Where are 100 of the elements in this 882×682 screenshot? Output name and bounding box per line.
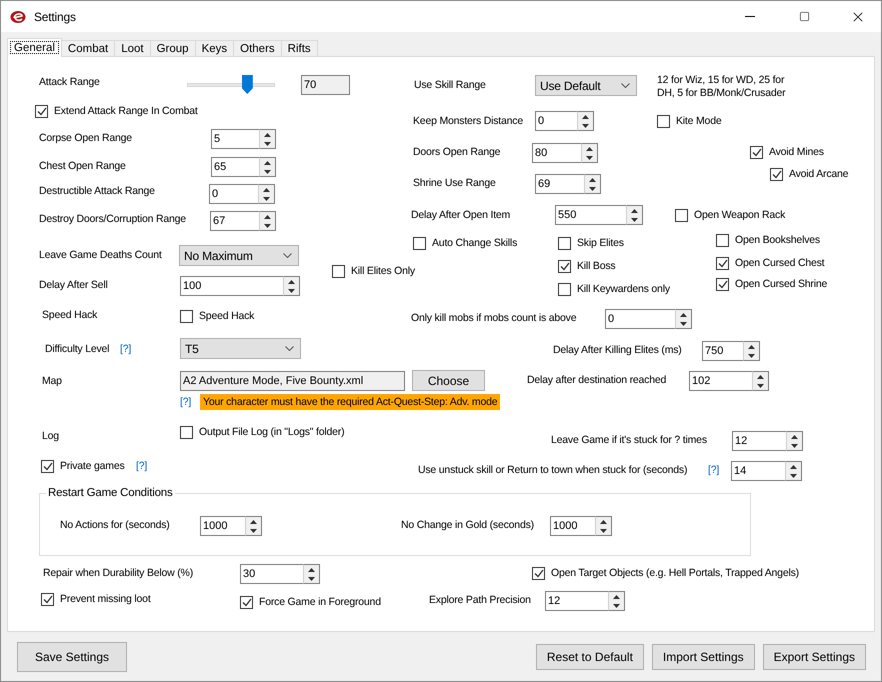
group-title: Restart Game Conditions (47, 487, 174, 499)
dropdown[interactable]: T5 (180, 338, 301, 359)
number-field[interactable]: 80 (532, 143, 581, 163)
help-link[interactable]: [?] (120, 341, 132, 357)
spin-buttons[interactable] (786, 431, 803, 451)
field-label: Speed Hack (42, 308, 98, 323)
checkbox[interactable]: Open Target Objects (e.g. Hell Portals, Trapped Angels) (532, 565, 799, 581)
checkbox[interactable]: Output File Log (in "Logs" folder) (180, 424, 344, 440)
checkbox[interactable]: Open Cursed Chest (716, 255, 824, 271)
spin-buttons[interactable] (584, 174, 601, 194)
slider-thumb[interactable] (242, 75, 253, 94)
dropdown[interactable]: Use Default (535, 75, 637, 96)
field-label: Delay after destination reached (527, 373, 666, 388)
number-field[interactable]: 5 (211, 129, 259, 149)
spin-buttons[interactable] (743, 341, 760, 361)
dropdown[interactable]: No Maximum (179, 245, 299, 266)
checkbox[interactable]: Auto Change Skills (413, 235, 518, 251)
spin-buttons[interactable] (626, 205, 643, 225)
checkbox[interactable]: Open Cursed Shrine (716, 276, 828, 292)
spin-buttons[interactable] (283, 276, 300, 296)
choose-button[interactable]: Choose (412, 370, 485, 391)
number-field[interactable]: 100 (180, 276, 283, 296)
help-link[interactable]: [?] (708, 462, 720, 478)
field-label: Difficulty Level (45, 342, 110, 357)
spin-buttons[interactable] (258, 184, 275, 204)
checkbox[interactable]: Kite Mode (657, 113, 722, 129)
spin-buttons[interactable] (303, 564, 320, 584)
field-label: Destructible Attack Range (39, 184, 155, 199)
field-label: Use Skill Range (414, 78, 486, 93)
number-field[interactable]: 30 (240, 564, 303, 584)
field-label: Chest Open Range (39, 159, 126, 174)
checkbox[interactable]: Open Weapon Rack (675, 207, 786, 223)
number-field[interactable]: 12 (545, 591, 608, 611)
number-field[interactable]: 12 (732, 431, 786, 451)
spin-buttons[interactable] (608, 591, 625, 611)
check-icon (772, 170, 782, 178)
field-label: Explore Path Precision (429, 593, 531, 608)
tab[interactable]: Keys (194, 40, 234, 57)
field-label: Corpse Open Range (39, 131, 132, 146)
spin-buttons[interactable] (259, 157, 276, 177)
number-field[interactable]: 69 (535, 174, 584, 194)
number-field[interactable]: 0 (535, 111, 577, 131)
spin-buttons[interactable] (245, 516, 262, 536)
checkbox[interactable]: Avoid Mines (750, 144, 824, 160)
checkbox[interactable]: Force Game in Foreground (240, 594, 381, 610)
hint-text: 12 for Wiz, 15 for WD, 25 for DH, 5 for BB/Monk/Crusader (657, 74, 786, 100)
check-icon (36, 106, 46, 116)
checkbox[interactable]: Avoid Arcane (770, 166, 848, 182)
number-field[interactable]: 1000 (550, 516, 595, 536)
field-label: Shrine Use Range (413, 176, 496, 191)
check-icon (752, 148, 762, 156)
number-field[interactable]: 0 (209, 184, 258, 204)
checkbox[interactable]: Open Bookshelves (716, 232, 820, 248)
check-icon (534, 568, 544, 578)
spin-buttons[interactable] (259, 129, 276, 149)
spin-buttons[interactable] (675, 309, 692, 329)
text-field[interactable]: 70 (301, 75, 350, 95)
checkbox[interactable]: Speed Hack (180, 308, 254, 324)
tab[interactable]: General (7, 38, 62, 57)
save-button[interactable]: Save Settings (17, 642, 127, 672)
number-field[interactable]: 0 (605, 309, 675, 329)
number-field[interactable]: 14 (731, 461, 785, 481)
text-field[interactable]: A2 Adventure Mode, Five Bounty.xml (180, 371, 405, 391)
field-label: Delay After Killing Elites (ms) (553, 343, 682, 358)
spin-buttons[interactable] (595, 516, 612, 536)
checkbox[interactable]: Extend Attack Range In Combat (35, 103, 198, 119)
check-icon (42, 462, 52, 470)
spin-buttons[interactable] (259, 211, 276, 231)
field-label: No Change in Gold (seconds) (401, 518, 534, 533)
slider-track[interactable] (187, 74, 275, 94)
checkbox[interactable]: Prevent missing loot (41, 591, 151, 607)
field-label: Repair when Durability Below (%) (43, 566, 193, 581)
number-field[interactable]: 550 (555, 205, 626, 225)
spin-buttons[interactable] (785, 461, 802, 481)
number-field[interactable]: 102 (689, 371, 752, 391)
footer-button[interactable]: Reset to Default (536, 644, 644, 670)
spin-buttons[interactable] (581, 143, 598, 163)
tab[interactable]: Rifts (280, 40, 318, 57)
spin-buttons[interactable] (752, 371, 769, 391)
number-field[interactable]: 65 (211, 157, 259, 177)
number-field[interactable]: 1000 (200, 516, 245, 536)
spin-buttons[interactable] (577, 111, 594, 131)
field-label: Use unstuck skill or Return to town when stuck for (seconds) (418, 463, 688, 478)
checkbox[interactable]: Kill Elites Only (332, 263, 415, 279)
field-label: Log (42, 429, 59, 444)
help-link[interactable]: [?] (136, 458, 148, 474)
checkbox[interactable]: Skip Elites (558, 235, 624, 251)
number-field[interactable]: 67 (210, 211, 259, 231)
maximize-icon (798, 11, 810, 22)
checkbox[interactable]: Kill Boss (558, 258, 616, 274)
field-label: Leave Game if it's stuck for ? times (551, 433, 707, 448)
number-field[interactable]: 750 (702, 341, 743, 361)
window-title: Settings (34, 10, 77, 24)
field-label: No Actions for (seconds) (60, 518, 170, 533)
footer-button[interactable]: Import Settings (652, 644, 755, 670)
help-link[interactable]: [?] (180, 394, 192, 410)
footer-button[interactable]: Export Settings (762, 644, 866, 670)
checkbox[interactable]: Kill Keywardens only (558, 281, 670, 297)
checkbox[interactable]: Private games (41, 458, 125, 474)
tab[interactable]: Group (150, 40, 196, 57)
